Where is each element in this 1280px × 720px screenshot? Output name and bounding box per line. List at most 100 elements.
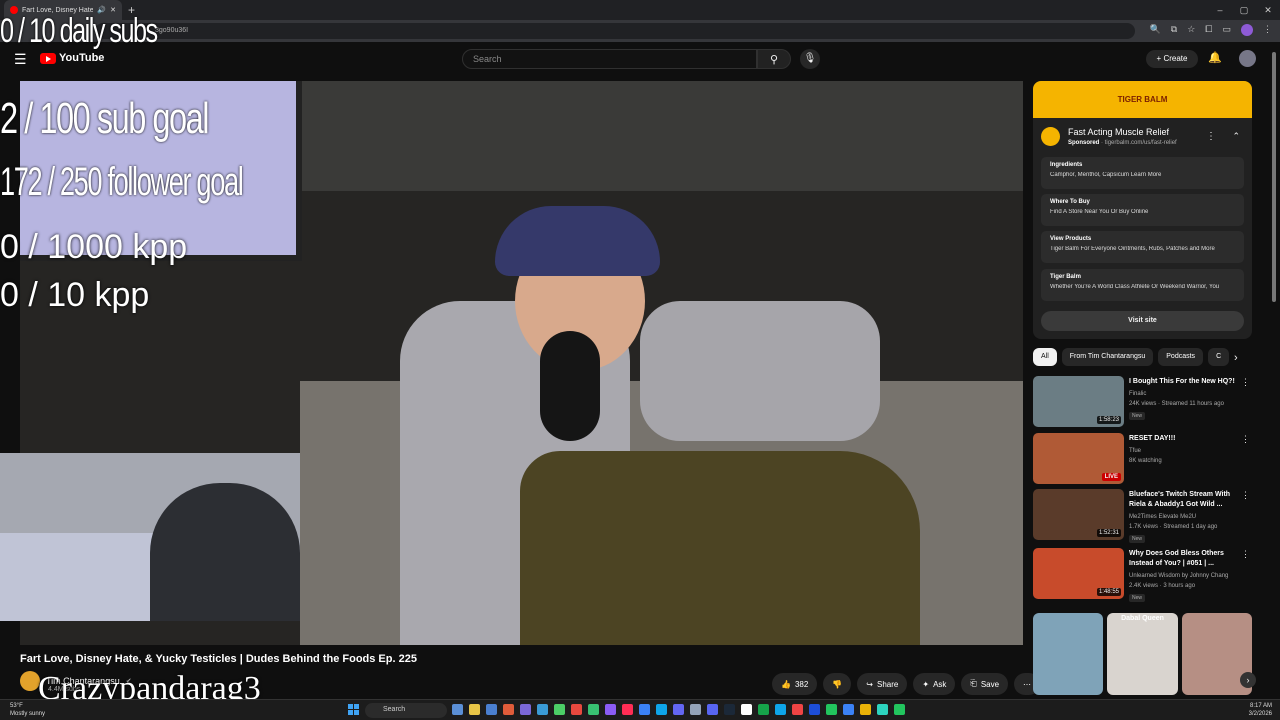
ad-advertiser-icon[interactable] [1041,127,1060,146]
taskbar-search[interactable]: Search [365,703,447,718]
short-video[interactable] [1033,613,1104,695]
taskbar-app-icon[interactable] [894,704,905,715]
taskbar-app-icon[interactable] [843,704,854,715]
ad-collapse-icon[interactable]: ⌃ [1232,131,1240,142]
taskbar-app-icon[interactable] [673,704,684,715]
taskbar-app-icon[interactable] [826,704,837,715]
taskbar-app-icon[interactable] [877,704,888,715]
ad-link-tiger-balm[interactable]: Tiger Balm Whether You're A World Class A… [1041,269,1244,301]
visit-site-button[interactable]: Visit site [1041,311,1244,331]
video-title[interactable]: Why Does God Bless Others Instead of You… [1129,549,1239,569]
taskbar-app-icon[interactable] [656,704,667,715]
weather-widget[interactable]: 53°F Mostly sunny [10,702,45,718]
share-button[interactable]: ↪ Share [857,673,908,695]
recommended-video[interactable]: 1:52:31 Blueface's Twitch Stream With Ri… [1033,489,1252,543]
taskbar-app-icon[interactable] [639,704,650,715]
sponsored-label: Sponsored [1068,140,1100,146]
recommended-video[interactable]: 1:48:55 Why Does God Bless Others Instea… [1033,548,1252,602]
taskbar-app-icon[interactable] [707,704,718,715]
zoom-icon[interactable]: 🔍 [1150,24,1161,36]
system-clock[interactable]: 8:17 AM 3/2/2026 [1249,702,1272,718]
close-window-button[interactable]: ✕ [1256,5,1280,16]
channel-avatar[interactable] [20,671,40,691]
channel-name[interactable]: Tfue [1129,448,1141,454]
chip-from-channel[interactable]: From Tim Chantarangsu [1061,348,1154,366]
taskbar-app-icon[interactable] [503,704,514,715]
bookmark-star-icon[interactable]: ☆ [1187,24,1195,36]
taskbar-app-icon[interactable] [571,704,582,715]
ad-link-view-products[interactable]: View Products Tiger Balm For Everyone Oin… [1041,231,1244,263]
podcast-microphone [540,331,600,441]
video-thumbnail[interactable]: 1:52:31 [1033,489,1124,540]
video-menu-icon[interactable]: ⋮ [1241,549,1250,560]
video-thumbnail[interactable]: LIVE [1033,433,1124,484]
recommended-video[interactable]: 1:58:23 I Bought This For the New HQ?! F… [1033,376,1252,428]
browser-menu-icon[interactable]: ⋮ [1263,24,1272,36]
search-input[interactable]: Search [462,49,757,69]
taskbar-app-icon[interactable] [724,704,735,715]
ad-title[interactable]: Fast Acting Muscle Relief [1068,127,1177,137]
video-title[interactable]: RESET DAY!!! [1129,434,1239,444]
extensions-icon[interactable]: ⧠ [1205,24,1212,36]
taskbar-app-icon[interactable] [588,704,599,715]
ask-button[interactable]: ✦ Ask [913,673,956,695]
sidebar-icon[interactable]: ▭ [1222,24,1231,36]
taskbar-app-icon[interactable] [520,704,531,715]
minimize-button[interactable]: – [1208,5,1232,15]
ad-menu-icon[interactable]: ⋮ [1206,131,1216,142]
create-button[interactable]: + Create [1146,50,1198,68]
taskbar-app-icon[interactable] [758,704,769,715]
windows-start-icon[interactable] [348,704,359,715]
chip-all[interactable]: All [1033,348,1057,366]
taskbar-app-icon[interactable] [741,704,752,715]
chip-podcasts[interactable]: Podcasts [1158,348,1204,366]
scrollbar-thumb[interactable] [1272,52,1276,302]
taskbar-app-icon[interactable] [775,704,786,715]
taskbar-app-icon[interactable] [809,704,820,715]
video-thumbnail[interactable]: 1:48:55 [1033,548,1124,599]
taskbar-app-icon[interactable] [554,704,565,715]
account-avatar[interactable] [1239,50,1256,67]
taskbar-app-icon[interactable] [690,704,701,715]
video-menu-icon[interactable]: ⋮ [1241,434,1250,445]
notifications-bell-icon[interactable]: 🔔 [1208,51,1222,64]
taskbar-app-icon[interactable] [792,704,803,715]
dislike-button[interactable]: 👎 [823,673,852,695]
ad-link-ingredients[interactable]: Ingredients Camphor, Menthol, Capsicum Le… [1041,157,1244,189]
like-button[interactable]: 👍 382 [772,673,818,695]
search-button[interactable]: ⚲ [757,49,791,69]
cast-icon[interactable]: ⧉ [1171,24,1177,36]
chips-next-arrow-icon[interactable]: › [1234,352,1238,364]
video-title[interactable]: I Bought This For the New HQ?! [1129,377,1239,387]
channel-name[interactable]: Unlearned Wisdom by Johnny Chang [1129,573,1228,579]
short-video[interactable]: Dabal Queen [1107,613,1178,695]
channel-name[interactable]: Me2Times Elevate Me2U [1129,514,1196,520]
taskbar-app-icon[interactable] [605,704,616,715]
maximize-button[interactable]: ▢ [1232,5,1256,16]
save-button[interactable]: ⎗ Save [961,673,1009,695]
ad-banner[interactable]: TIGER BALM [1033,81,1252,118]
video-thumbnail[interactable]: 1:58:23 [1033,376,1124,427]
youtube-logo[interactable]: YouTube [40,52,104,64]
taskbar-app-icon[interactable] [860,704,871,715]
taskbar-app-icon[interactable] [452,704,463,715]
video-menu-icon[interactable]: ⋮ [1241,490,1250,501]
taskbar-app-icon[interactable] [469,704,480,715]
address-bar[interactable]: 3go90u36I [95,23,1135,39]
shorts-next-arrow-icon[interactable]: › [1240,672,1256,688]
taskbar-app-icon[interactable] [486,704,497,715]
ad-link-where-to-buy[interactable]: Where To Buy Find A Store Near You Or Buy… [1041,194,1244,226]
page-scrollbar[interactable] [1270,44,1278,700]
ad-link-heading: Tiger Balm [1050,274,1081,280]
taskbar-app-icon[interactable] [622,704,633,715]
voice-search-button[interactable]: 🎙 [800,49,820,69]
sparkle-icon: ✦ [922,679,930,689]
channel-name[interactable]: Finalic [1129,391,1146,397]
hamburger-menu-icon[interactable]: ☰ [14,51,27,68]
chip-more[interactable]: C [1208,348,1230,366]
video-menu-icon[interactable]: ⋮ [1241,377,1250,388]
recommended-video[interactable]: LIVE RESET DAY!!! Tfue 8K watching ⋮ [1033,433,1252,485]
taskbar-app-icon[interactable] [537,704,548,715]
video-title[interactable]: Blueface's Twitch Stream With Riela & Ab… [1129,490,1239,510]
profile-avatar-icon[interactable] [1241,24,1253,36]
